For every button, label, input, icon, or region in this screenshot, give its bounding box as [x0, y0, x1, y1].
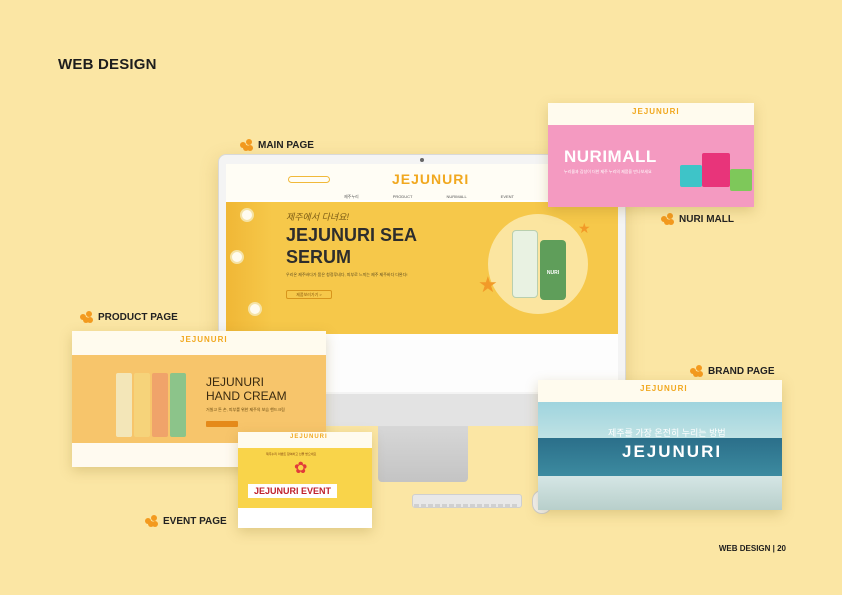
- nav-item[interactable]: PRODUCT: [393, 194, 413, 200]
- product-desc: 거칠고 튼 손, 피부를 위한 제주의 보습 핸드크림: [206, 407, 285, 412]
- serum-box-image: NURI: [540, 240, 566, 300]
- event-page-label-text: EVENT PAGE: [163, 515, 227, 527]
- nuri-mall-title: NURIMALL: [564, 147, 657, 166]
- starfish-icon: ★: [578, 220, 591, 236]
- nuri-mall-label-text: NURI MALL: [679, 213, 734, 225]
- event-page-logo: JEJUNURI: [290, 434, 328, 440]
- flower-decoration: [226, 202, 272, 334]
- starfish-icon: ★: [478, 272, 498, 297]
- event-page-card[interactable]: JEJUNURI 제주누리 이벤트 참여하고 선물 받으세요 ✿ JEJUNUR…: [238, 432, 372, 528]
- product-page-hero: [72, 355, 326, 443]
- event-title: JEJUNURI EVENT: [248, 484, 338, 498]
- main-page-logo[interactable]: JEJUNURI: [392, 171, 469, 187]
- page-heading: WEB DESIGN: [58, 56, 157, 73]
- main-page-label-text: MAIN PAGE: [258, 139, 314, 151]
- nav-item[interactable]: EVENT: [501, 194, 514, 200]
- nuri-mall-desc: 누리몰과 감성이 더한 제주 누리의 제품을 만나보세요: [564, 169, 652, 174]
- keyboard: [412, 494, 522, 508]
- event-page-label: EVENT PAGE: [145, 515, 227, 527]
- nav-item[interactable]: 제주누리: [344, 194, 359, 200]
- hero-script-text: 제주에서 다녀요!: [286, 212, 349, 222]
- camera-icon: [420, 158, 424, 162]
- clover-icon: [240, 139, 253, 151]
- hand-cream-tube-image: [152, 373, 168, 437]
- flower-icon: [240, 208, 254, 222]
- main-page-label: MAIN PAGE: [240, 139, 314, 151]
- clover-icon: [80, 311, 93, 323]
- product-page-logo: JEJUNURI: [180, 335, 228, 344]
- event-desc: 제주누리 이벤트 참여하고 선물 받으세요: [266, 452, 317, 456]
- main-page-nav: 제주누리 PRODUCT NURIMALL EVENT: [344, 194, 514, 200]
- product-title: JEJUNURI HAND CREAM: [206, 375, 287, 403]
- search-input[interactable]: [288, 176, 330, 183]
- brand-tagline: 제주를 가장 온전히 누리는 방법: [608, 428, 726, 438]
- flower-icon: [248, 302, 262, 316]
- gift-icon: [680, 165, 702, 187]
- product-page-label-text: PRODUCT PAGE: [98, 311, 178, 323]
- nav-item[interactable]: NURIMALL: [446, 194, 466, 200]
- product-backdrop: [488, 214, 588, 314]
- serum-bottle-image: [512, 230, 538, 298]
- product-title-line2: HAND CREAM: [206, 389, 287, 403]
- brand-page-card[interactable]: JEJUNURI 제주를 가장 온전히 누리는 방법 JEJUNURI: [538, 380, 782, 510]
- nuri-mall-label: NURI MALL: [661, 213, 734, 225]
- event-page-hero: [238, 448, 372, 508]
- brand-page-logo: JEJUNURI: [640, 384, 688, 393]
- clover-icon: [661, 213, 674, 225]
- view-product-button[interactable]: 제품보러가기 >: [286, 290, 332, 299]
- monitor-stand: [378, 426, 468, 482]
- product-title-line1: JEJUNURI: [206, 375, 265, 389]
- gift-icon: [702, 153, 730, 187]
- hero-title: JEJUNURI SEA SERUM: [286, 225, 417, 267]
- bottle-label: NURI: [546, 270, 560, 276]
- brand-hero-logo: JEJUNURI: [622, 442, 723, 461]
- product-page-label: PRODUCT PAGE: [80, 311, 178, 323]
- gift-icon: [730, 169, 752, 191]
- nuri-mall-card[interactable]: JEJUNURI NURIMALL 누리몰과 감성이 더한 제주 누리의 제품을…: [548, 103, 754, 207]
- hero-subtitle: 우리온 제주바다가 품은 청정루네다, 피부로 느끼는 제주 제주바다 다완다!: [286, 272, 408, 277]
- page-footer: WEB DESIGN | 20: [718, 544, 786, 553]
- product-button[interactable]: [206, 421, 238, 427]
- brand-page-label-text: BRAND PAGE: [708, 365, 775, 377]
- ribbon-icon: ✿: [294, 460, 308, 477]
- nuri-mall-logo: JEJUNURI: [632, 107, 680, 116]
- brand-page-label: BRAND PAGE: [690, 365, 774, 377]
- clover-icon: [145, 515, 158, 527]
- hand-cream-tube-image: [116, 373, 132, 437]
- brand-wave: [538, 476, 782, 510]
- flower-icon: [230, 250, 244, 264]
- hand-cream-tube-image: [170, 373, 186, 437]
- clover-icon: [690, 365, 703, 377]
- hand-cream-tube-image: [134, 373, 150, 437]
